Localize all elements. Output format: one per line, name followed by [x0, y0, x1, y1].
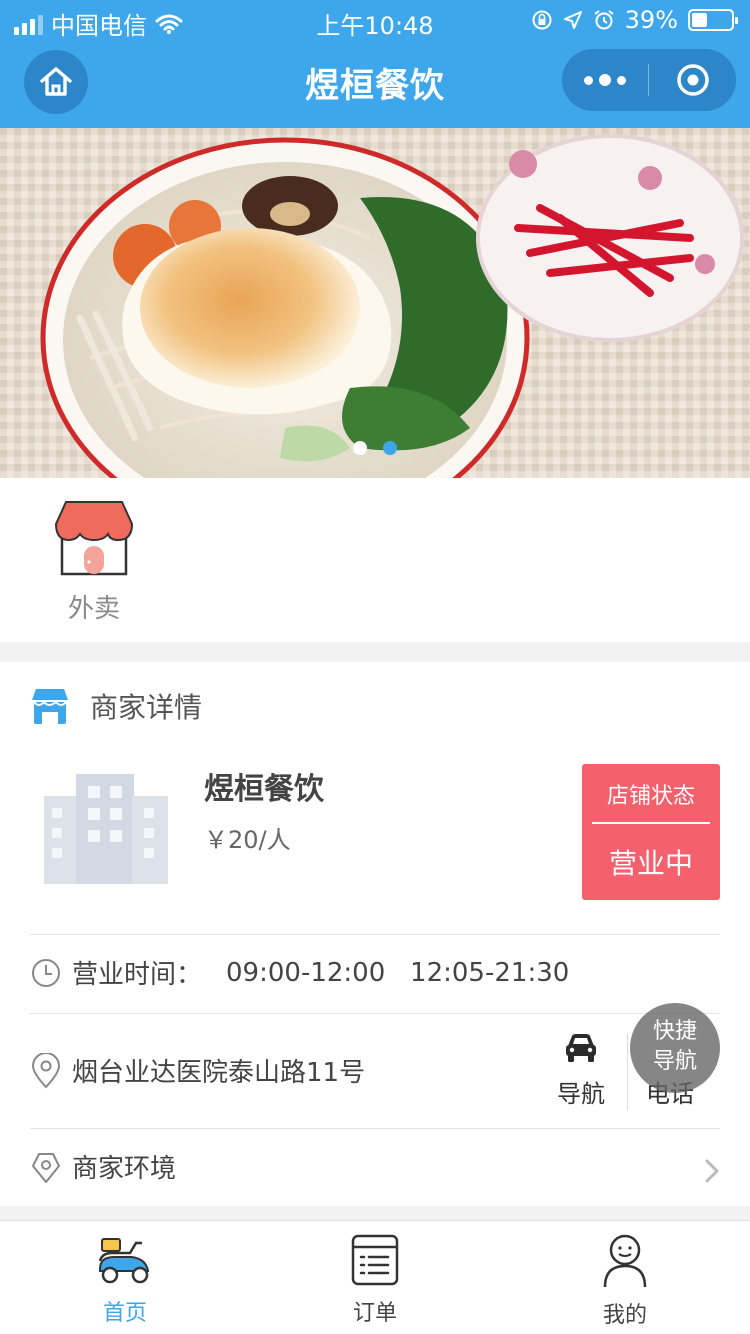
hours-value: 09:00-12:00 12:05-21:30: [226, 957, 570, 988]
status-bar: 中国电信 上午10:48 39%: [0, 0, 750, 40]
clock-icon: [32, 958, 60, 987]
navigate-label: 导航: [557, 1080, 605, 1108]
banner-carousel[interactable]: [0, 128, 750, 478]
target-icon: [676, 64, 709, 96]
category-section: 外卖: [0, 478, 750, 642]
chevron-right-icon[interactable]: [704, 1158, 720, 1184]
more-button[interactable]: [562, 49, 648, 111]
section-title: 商家详情: [90, 691, 203, 724]
price-per-person: ￥20/人: [204, 826, 291, 854]
banner-image: [0, 128, 750, 478]
battery-percent: 39%: [624, 6, 678, 34]
carousel-dot[interactable]: [353, 441, 367, 455]
bottom-tab-bar: 首页 订单 我的: [0, 1220, 750, 1334]
quick-nav-line1: 快捷: [652, 1019, 697, 1044]
shop-name: 煜桓餐饮: [204, 772, 324, 807]
merchant-card: 商家详情 煜桓餐饮 ￥20/人 店铺状态 营业中 营业时间： 09:00-12:…: [0, 662, 750, 1206]
quick-nav-button[interactable]: 快捷 导航: [630, 1003, 720, 1093]
tab-orders[interactable]: 订单: [250, 1221, 500, 1334]
shop-placeholder-image: [44, 774, 168, 884]
address-row[interactable]: 烟台业达医院泰山路11号: [30, 1052, 365, 1089]
location-pin-icon: [31, 1052, 61, 1088]
environment-row[interactable]: 商家环境: [30, 1148, 176, 1185]
status-right: 39%: [531, 6, 738, 34]
carousel-dots: [0, 441, 750, 455]
tab-label: 首页: [102, 1301, 147, 1326]
order-list-icon: [351, 1234, 399, 1286]
address-text: 烟台业达医院泰山路11号: [72, 1058, 366, 1088]
status-label: 店铺状态: [606, 784, 695, 809]
tab-label: 我的: [602, 1303, 647, 1328]
divider: [30, 1128, 720, 1129]
section-header: 商家详情: [30, 686, 202, 726]
status-value: 营业中: [608, 847, 693, 880]
scooter-icon: [98, 1238, 150, 1284]
storefront-icon: [54, 501, 134, 576]
category-label: 外卖: [67, 594, 120, 624]
tab-home[interactable]: 首页: [0, 1221, 250, 1334]
navigate-button[interactable]: 导航: [550, 1032, 612, 1109]
rotation-lock-icon: [532, 10, 552, 30]
alarm-icon: [594, 10, 614, 30]
profile-icon: [603, 1234, 647, 1288]
category-takeout[interactable]: 外卖: [52, 498, 136, 625]
divider: [30, 934, 720, 935]
car-icon: [566, 1034, 596, 1062]
tab-label: 订单: [352, 1301, 397, 1326]
miniapp-capsule: [562, 49, 736, 111]
divider: [30, 1013, 720, 1014]
tab-profile[interactable]: 我的: [500, 1221, 750, 1334]
action-divider: [627, 1034, 628, 1110]
top-bar: 中国电信 上午10:48 39% 煜桓餐饮: [0, 0, 750, 128]
shop-icon: [32, 689, 68, 724]
close-miniapp-button[interactable]: [649, 62, 736, 98]
location-tag-icon: [32, 1152, 60, 1183]
location-arrow-icon: [563, 11, 582, 29]
quick-nav-line2: 导航: [652, 1049, 697, 1074]
store-status-badge: 店铺状态 营业中: [582, 764, 720, 900]
more-icon: [584, 74, 626, 86]
battery-icon: [688, 9, 738, 31]
carousel-dot[interactable]: [383, 441, 397, 455]
business-hours-row: 营业时间： 09:00-12:00 12:05-21:30: [30, 954, 569, 991]
environment-label: 商家环境: [72, 1154, 177, 1184]
hours-label: 营业时间：: [72, 960, 203, 990]
